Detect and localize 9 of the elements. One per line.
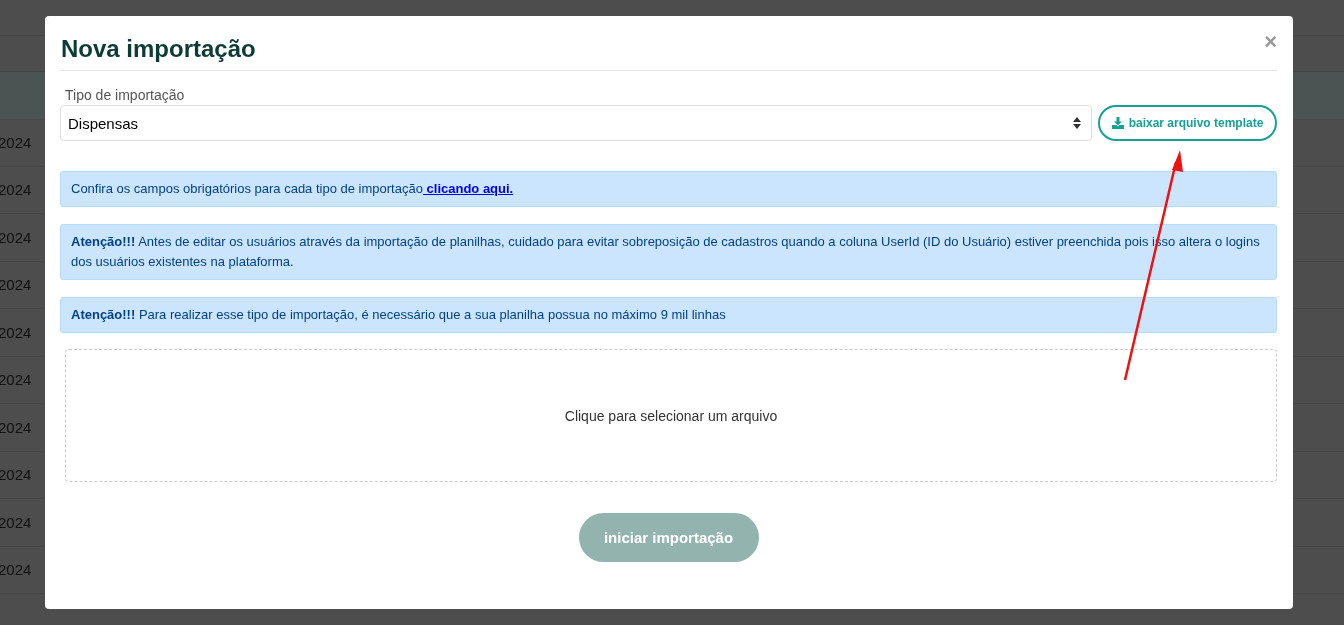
- requirements-link[interactable]: clicando aqui.: [422, 181, 514, 196]
- import-type-select[interactable]: Dispensas: [60, 105, 1092, 141]
- field-label: Tipo de importação: [65, 87, 186, 103]
- dialog-title: Nova importação: [61, 34, 256, 64]
- download-icon: [1111, 117, 1124, 129]
- file-dropzone[interactable]: Clique para selecionar um arquivo: [65, 349, 1277, 482]
- alert-text: Confira os campos obrigatórios para cada tipo de importação clicando aqui.: [71, 180, 515, 198]
- alert-text: Atenção!!! Para realizar esse tipo de importação, é necessário que a sua planilha possua no máximo 9 mil linhas: [71, 306, 727, 324]
- sort-arrows-icon: [1073, 117, 1081, 129]
